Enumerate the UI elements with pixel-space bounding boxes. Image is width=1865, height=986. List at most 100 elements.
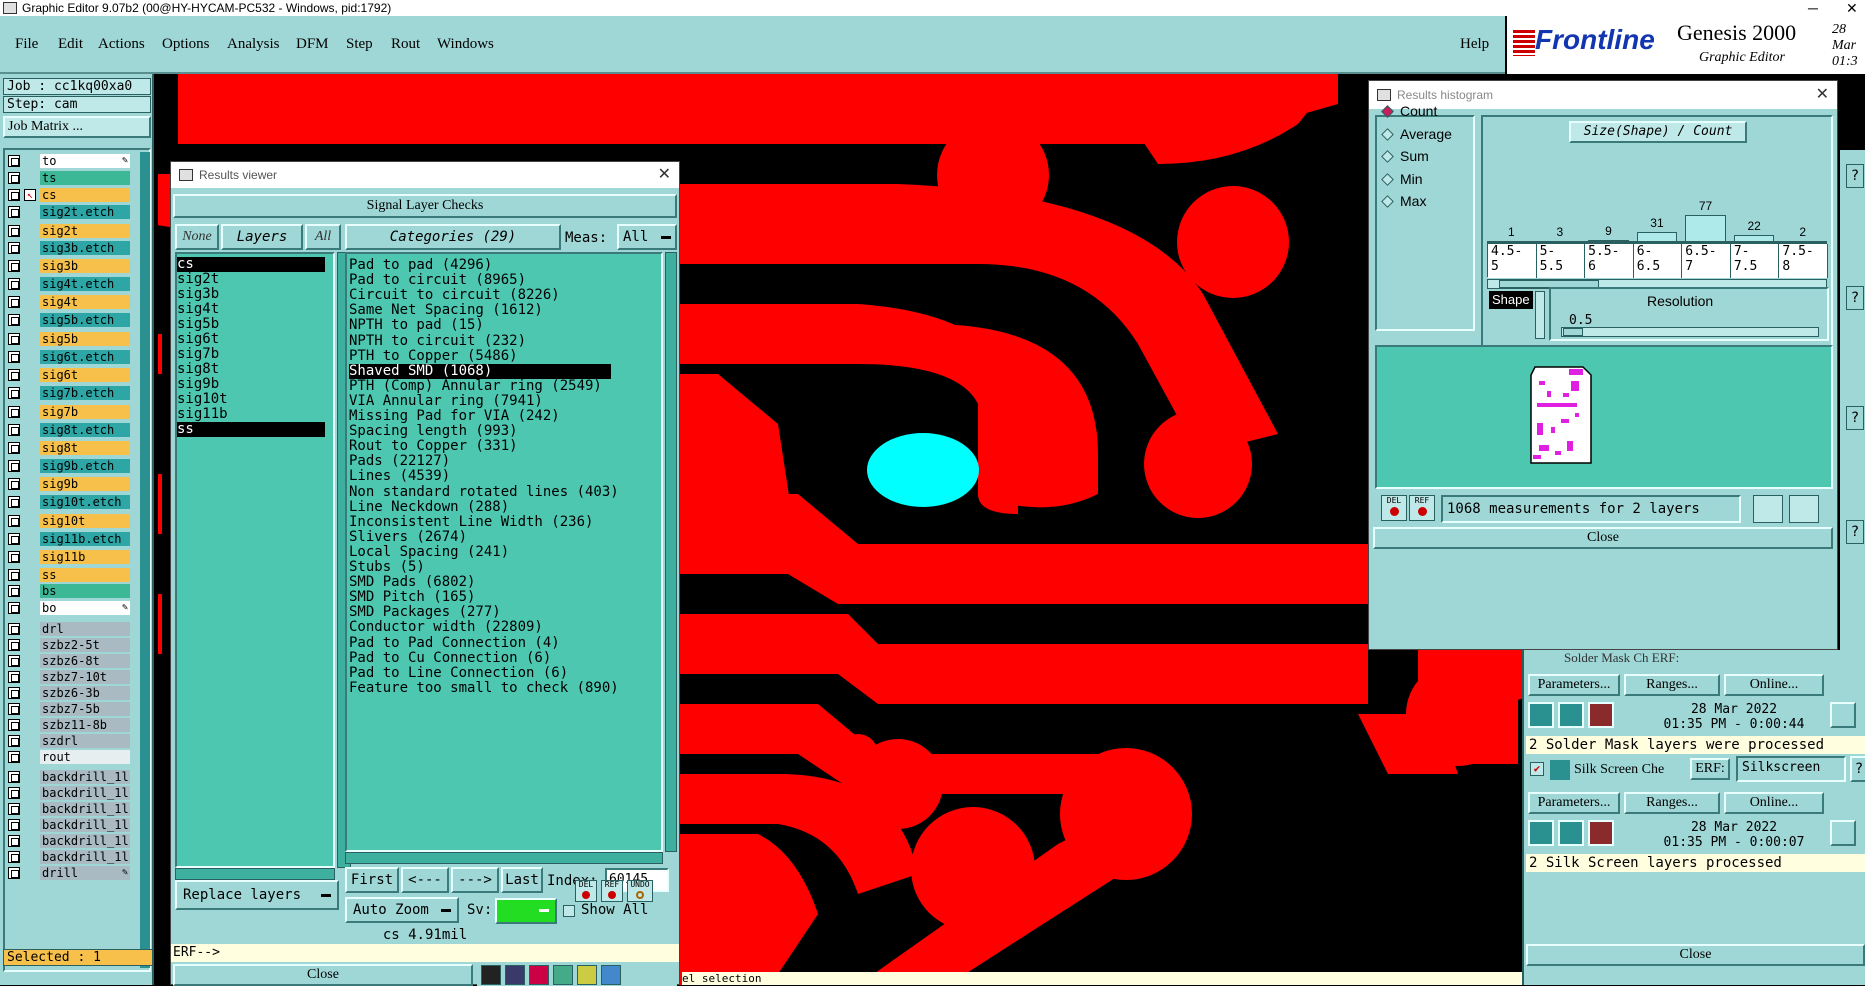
layer-row[interactable]: szbz7-5b: [8, 702, 130, 716]
category-item[interactable]: PTH to Copper (5486): [349, 348, 611, 364]
tool-icon-1[interactable]: [481, 965, 501, 985]
layer-name[interactable]: backdrill_1l: [40, 834, 130, 848]
menu-options[interactable]: Options: [162, 36, 210, 53]
category-item[interactable]: Conductor width (22809): [349, 620, 611, 635]
layer-row[interactable]: szbz6-3b: [8, 686, 130, 700]
histogram-bin-label[interactable]: 7- 7.5: [1730, 244, 1780, 278]
category-item[interactable]: Line Neckdown (288): [349, 499, 611, 515]
sm-ranges-button[interactable]: Ranges...: [1624, 674, 1720, 696]
results-layer-item[interactable]: cs: [177, 257, 325, 272]
results-layer-item[interactable]: sig11b: [177, 407, 325, 422]
layer-name[interactable]: drl: [40, 622, 130, 636]
layer-row[interactable]: bo ✎: [8, 601, 130, 615]
import-icon[interactable]: [1789, 495, 1819, 523]
layer-checkbox[interactable]: [8, 314, 20, 326]
layer-name[interactable]: sig10t: [40, 514, 130, 528]
menu-edit[interactable]: Edit: [58, 36, 83, 53]
layer-name[interactable]: sig4t.etch: [40, 277, 130, 291]
layer-name[interactable]: sig7b: [40, 405, 130, 419]
layer-name[interactable]: sig9b.etch: [40, 459, 130, 473]
layer-row[interactable]: ss: [8, 568, 130, 582]
results-layer-item[interactable]: sig10t: [177, 392, 325, 407]
layer-name[interactable]: sig5b: [40, 332, 130, 346]
layer-checkbox[interactable]: [8, 387, 20, 399]
layer-checkbox[interactable]: [8, 206, 20, 218]
layer-row[interactable]: sig11b.etch: [8, 532, 130, 546]
layer-checkbox[interactable]: [8, 735, 20, 747]
histogram-bin-label[interactable]: 4.5- 5: [1488, 244, 1537, 278]
preview-del-button[interactable]: DEL: [1381, 495, 1407, 521]
layer-name[interactable]: sig3b: [40, 259, 130, 273]
layer-name[interactable]: sig3b.etch: [40, 241, 130, 255]
layer-row[interactable]: sig7b.etch: [8, 386, 130, 400]
meas-dropdown[interactable]: All: [617, 224, 677, 250]
layer-row[interactable]: ts: [8, 171, 130, 185]
menu-dfm[interactable]: DFM: [296, 36, 329, 53]
layer-row[interactable]: sig3b.etch: [8, 241, 130, 255]
layer-name[interactable]: backdrill_1l: [40, 770, 130, 784]
layer-row[interactable]: sig8t: [8, 441, 130, 455]
mode-radio-max[interactable]: Max: [1381, 193, 1426, 209]
ss-run-selected-icon[interactable]: [1558, 820, 1584, 846]
layer-row[interactable]: sig8t.etch: [8, 423, 130, 437]
layer-checkbox[interactable]: [8, 515, 20, 527]
menu-help[interactable]: Help: [1460, 36, 1489, 53]
layer-checkbox[interactable]: [8, 569, 20, 581]
layer-checkbox[interactable]: [8, 671, 20, 683]
layer-name[interactable]: szdrl: [40, 734, 130, 748]
histogram-bin-label[interactable]: 5- 5.5: [1536, 244, 1586, 278]
tool-icon-3[interactable]: [529, 965, 549, 985]
layer-checkbox[interactable]: [8, 703, 20, 715]
layer-row[interactable]: sig3b: [8, 259, 130, 273]
ss-help-icon[interactable]: ?: [1850, 756, 1865, 782]
layer-name[interactable]: drill: [40, 866, 130, 880]
ss-zoom-icon[interactable]: [1830, 820, 1856, 846]
layer-checkbox[interactable]: [8, 687, 20, 699]
layer-checkbox[interactable]: [8, 602, 20, 614]
layer-checkbox[interactable]: [8, 442, 20, 454]
mode-radio-sum[interactable]: Sum: [1381, 148, 1429, 164]
resolution-slider[interactable]: [1561, 327, 1819, 337]
menu-file[interactable]: File: [15, 36, 38, 53]
category-item[interactable]: Pads (22127): [349, 454, 611, 469]
layer-name[interactable]: backdrill_1l: [40, 850, 130, 864]
tool-icon-2[interactable]: [505, 965, 525, 985]
shape-scrollbar[interactable]: [1535, 291, 1545, 339]
ss-stop-icon[interactable]: [1588, 820, 1614, 846]
layer-row[interactable]: rout: [8, 750, 130, 764]
layer-name[interactable]: to: [40, 154, 130, 168]
layer-name[interactable]: backdrill_1l: [40, 802, 130, 816]
histogram-close-icon[interactable]: ✕: [1816, 81, 1829, 109]
layer-name[interactable]: sig10t.etch: [40, 495, 130, 509]
layer-name[interactable]: szbz7-5b: [40, 702, 130, 716]
layer-name[interactable]: sig8t.etch: [40, 423, 130, 437]
layer-checkbox[interactable]: [8, 424, 20, 436]
layer-checkbox[interactable]: [8, 225, 20, 237]
layer-row[interactable]: sig7b: [8, 405, 130, 419]
results-viewer-close-icon[interactable]: ✕: [658, 162, 671, 188]
layer-row[interactable]: sig11b: [8, 550, 130, 564]
layer-row[interactable]: sig2t.etch: [8, 205, 130, 219]
layer-name[interactable]: sig2t.etch: [40, 205, 130, 219]
layers-all-button[interactable]: All: [305, 224, 341, 250]
sv-color-dropdown[interactable]: [495, 898, 557, 924]
layer-row[interactable]: sig9b.etch: [8, 459, 130, 473]
category-item[interactable]: NPTH to circuit (232): [349, 333, 611, 349]
layer-row[interactable]: szbz6-8t: [8, 654, 130, 668]
del-button[interactable]: DEL: [575, 880, 597, 902]
layer-checkbox[interactable]: [8, 460, 20, 472]
prev-button[interactable]: <---: [401, 867, 449, 893]
layer-row[interactable]: backdrill_1l: [8, 786, 130, 800]
category-item[interactable]: Non standard rotated lines (403): [349, 484, 619, 500]
layer-checkbox[interactable]: [8, 155, 20, 167]
layer-name[interactable]: backdrill_1l: [40, 818, 130, 832]
layer-row[interactable]: sig6t: [8, 368, 130, 382]
category-item[interactable]: Pad to Line Connection (6): [349, 665, 611, 681]
layer-name[interactable]: sig9b: [40, 477, 130, 491]
layer-checkbox[interactable]: [8, 296, 20, 308]
layer-row[interactable]: sig9b: [8, 477, 130, 491]
layer-name[interactable]: sig5b.etch: [40, 313, 130, 327]
menu-actions[interactable]: Actions: [98, 36, 145, 53]
close-window-button[interactable]: ✕: [1846, 0, 1858, 16]
layer-name[interactable]: szbz6-3b: [40, 686, 130, 700]
